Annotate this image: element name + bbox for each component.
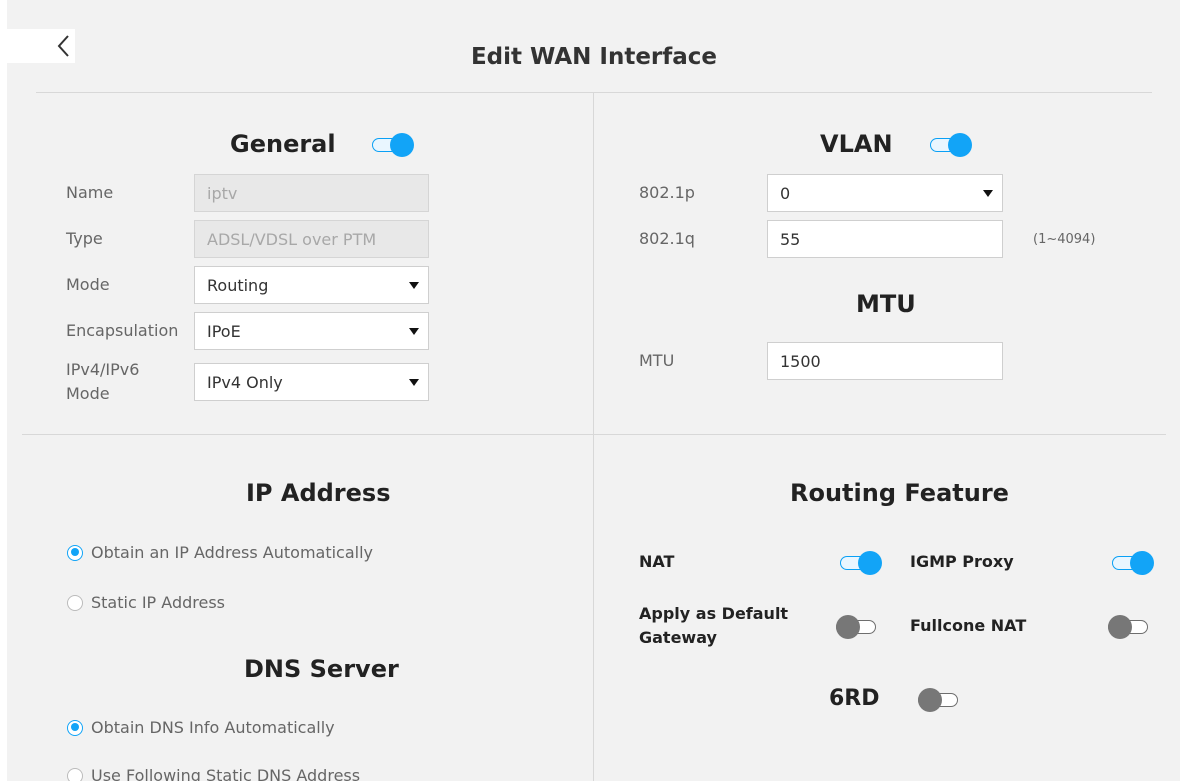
divider-vertical — [593, 93, 594, 781]
default-gateway-toggle[interactable] — [836, 614, 878, 640]
edit-wan-page: Edit WAN Interface General Name iptv Typ… — [0, 0, 1180, 781]
mtu-label: MTU — [639, 351, 675, 370]
8021p-value: 0 — [780, 183, 791, 203]
toggle-knob — [918, 688, 942, 712]
general-toggle[interactable] — [372, 132, 414, 158]
name-label: Name — [66, 183, 114, 202]
ip-auto-label: Obtain an IP Address Automatically — [91, 543, 374, 562]
toggle-knob — [836, 615, 860, 639]
toggle-knob — [390, 133, 414, 157]
caret-down-icon — [409, 379, 419, 386]
default-gateway-label-line2: Gateway — [639, 628, 717, 647]
mtu-title: MTU — [856, 290, 916, 318]
type-field: ADSL/VDSL over PTM — [194, 220, 429, 258]
caret-down-icon — [409, 328, 419, 335]
caret-down-icon — [409, 282, 419, 289]
igmp-proxy-toggle[interactable] — [1112, 550, 1154, 576]
vlan-title: VLAN — [820, 130, 893, 158]
6rd-label: 6RD — [829, 686, 880, 711]
dns-title: DNS Server — [244, 655, 399, 683]
caret-down-icon — [983, 190, 993, 197]
radio-checked[interactable] — [67, 544, 83, 561]
8021p-select[interactable]: 0 — [767, 174, 1003, 212]
mode-value: Routing — [207, 275, 269, 295]
radio-unchecked[interactable] — [67, 594, 83, 611]
8021q-range-hint: (1~4094) — [1033, 232, 1096, 247]
ip-mode-label: IPv4/IPv6 Mode — [66, 358, 139, 406]
dns-static-label: Use Following Static DNS Address — [91, 766, 361, 781]
vlan-toggle[interactable] — [930, 132, 972, 158]
toggle-knob — [1130, 551, 1154, 575]
8021q-label: 802.1q — [639, 229, 695, 248]
ip-address-title: IP Address — [246, 479, 391, 507]
type-label: Type — [66, 229, 103, 248]
routing-feature-title: Routing Feature — [790, 479, 1009, 507]
fullcone-nat-toggle[interactable] — [1108, 614, 1150, 640]
mode-label: Mode — [66, 275, 110, 294]
8021p-label: 802.1p — [639, 183, 695, 202]
encapsulation-value: IPoE — [207, 321, 241, 341]
encapsulation-label: Encapsulation — [66, 321, 179, 340]
8021q-input[interactable] — [767, 220, 1003, 258]
ip-mode-label-line2: Mode — [66, 384, 110, 403]
dns-auto-option[interactable]: Obtain DNS Info Automatically — [67, 718, 335, 737]
name-field: iptv — [194, 174, 429, 212]
divider-middle — [22, 434, 1166, 435]
mode-select[interactable]: Routing — [194, 266, 429, 304]
toggle-knob — [1108, 615, 1132, 639]
fullcone-nat-label: Fullcone NAT — [910, 616, 1027, 635]
igmp-proxy-label: IGMP Proxy — [910, 552, 1014, 571]
nat-toggle[interactable] — [840, 550, 882, 576]
toggle-knob — [948, 133, 972, 157]
dns-static-option[interactable]: Use Following Static DNS Address — [67, 766, 360, 781]
ip-mode-value: IPv4 Only — [207, 372, 283, 392]
radio-unchecked[interactable] — [67, 767, 83, 781]
divider-top — [36, 92, 1152, 93]
ip-mode-label-line1: IPv4/IPv6 — [66, 360, 140, 379]
ip-static-option[interactable]: Static IP Address — [67, 593, 225, 612]
mtu-input[interactable] — [767, 342, 1003, 380]
name-value: iptv — [207, 183, 238, 203]
nat-label: NAT — [639, 552, 675, 571]
ip-auto-option[interactable]: Obtain an IP Address Automatically — [67, 543, 373, 562]
radio-checked[interactable] — [67, 719, 83, 736]
ip-mode-select[interactable]: IPv4 Only — [194, 363, 429, 401]
6rd-toggle[interactable] — [918, 687, 960, 713]
toggle-knob — [858, 551, 882, 575]
default-gateway-label-line1: Apply as Default — [639, 604, 789, 623]
dns-auto-label: Obtain DNS Info Automatically — [91, 718, 335, 737]
default-gateway-label: Apply as Default Gateway — [639, 602, 788, 650]
general-title: General — [230, 130, 336, 158]
encapsulation-select[interactable]: IPoE — [194, 312, 429, 350]
type-value: ADSL/VDSL over PTM — [207, 229, 377, 249]
left-strip — [0, 0, 7, 781]
ip-static-label: Static IP Address — [91, 593, 226, 612]
page-title: Edit WAN Interface — [470, 44, 718, 70]
